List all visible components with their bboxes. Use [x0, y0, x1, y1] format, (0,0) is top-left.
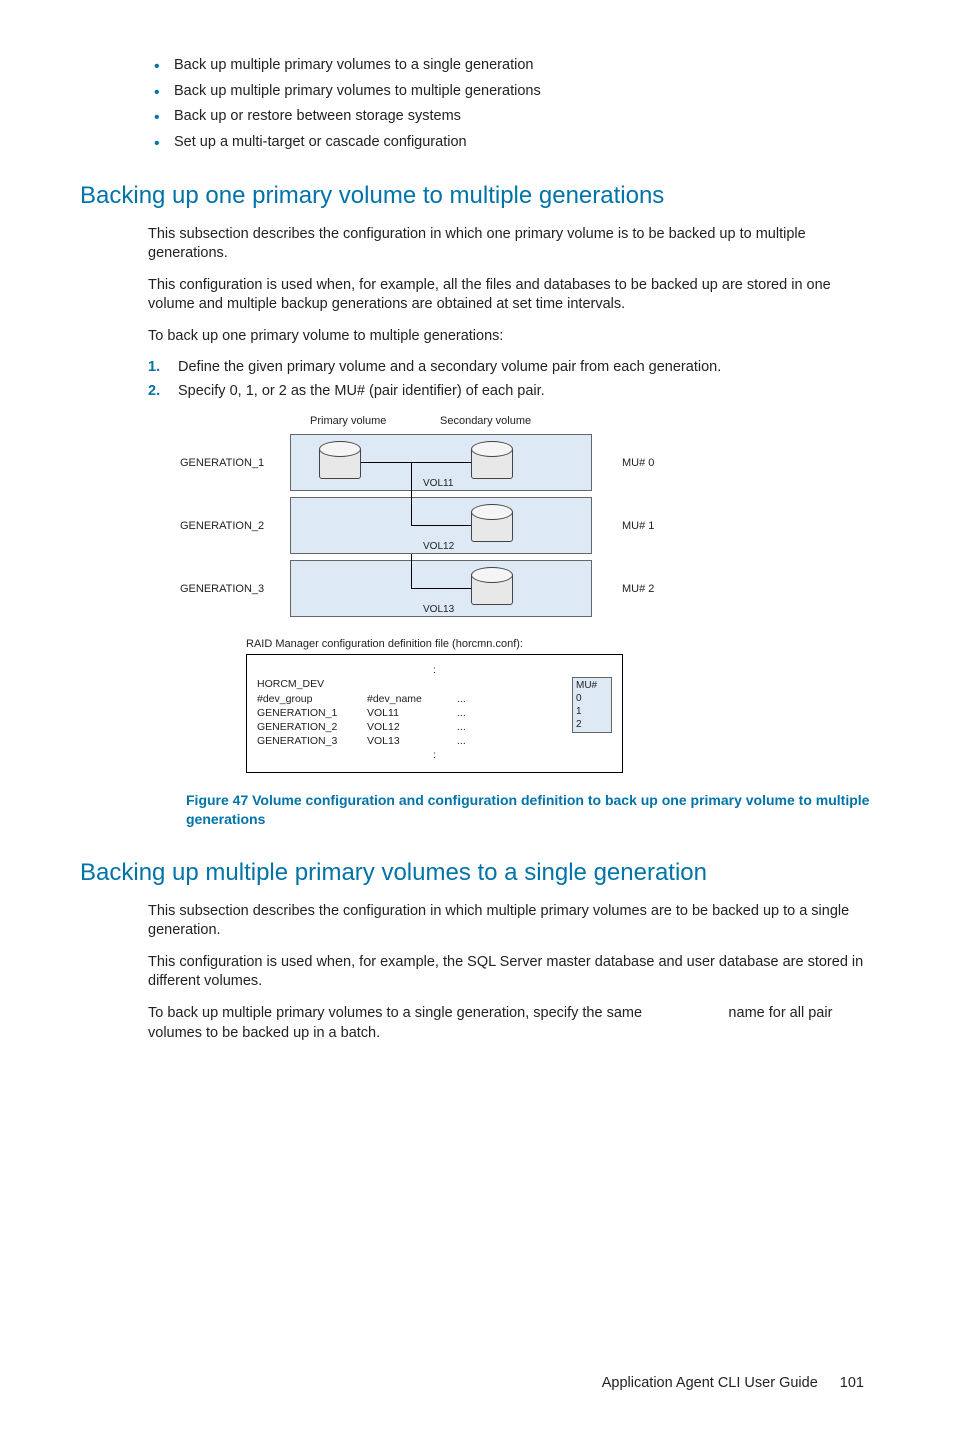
- bullet-item: Back up multiple primary volumes to a si…: [150, 56, 874, 76]
- section1-p1: This subsection describes the configurat…: [148, 225, 874, 264]
- section2-p1: This subsection describes the configurat…: [148, 902, 874, 941]
- gen1-box: VOL11: [290, 434, 592, 491]
- section2-p3a: To back up multiple primary volumes to a…: [148, 1005, 646, 1021]
- mu-col-2: 2: [576, 718, 608, 731]
- conf-r3-c1: GENERATION_3: [257, 734, 367, 748]
- conf-file-title: RAID Manager configuration definition fi…: [246, 637, 874, 652]
- conf-col-devgroup: #dev_group: [257, 692, 367, 706]
- figure-47-diagram: Primary volume Secondary volume GENERATI…: [180, 414, 874, 774]
- gen3-box: VOL13: [290, 560, 592, 617]
- section1-steps: Define the given primary volume and a se…: [148, 358, 874, 401]
- gen3-label: GENERATION_3: [180, 582, 290, 597]
- gen2-label: GENERATION_2: [180, 519, 290, 534]
- page-footer: Application Agent CLI User Guide 101: [80, 1374, 874, 1394]
- bullet-item: Back up multiple primary volumes to mult…: [150, 82, 874, 102]
- conf-r3-c3: ...: [457, 734, 497, 748]
- primary-vol-icon: [319, 447, 361, 479]
- conf-file-box: : HORCM_DEV #dev_group #dev_name ... GEN…: [246, 654, 623, 773]
- conf-r1-c2: VOL11: [367, 706, 457, 720]
- page-number: 101: [840, 1375, 864, 1391]
- step-1: Define the given primary volume and a se…: [148, 358, 874, 378]
- devgroup-code: dev_group: [646, 1005, 724, 1025]
- section1-title: Backing up one primary volume to multipl…: [80, 180, 874, 212]
- conf-r2-c2: VOL12: [367, 720, 457, 734]
- footer-title: Application Agent CLI User Guide: [602, 1375, 818, 1391]
- conf-r3-c2: VOL13: [367, 734, 457, 748]
- mu-col-0: 0: [576, 692, 608, 705]
- mu2-label: MU# 2: [622, 582, 680, 597]
- mu-col-header: MU#: [576, 679, 608, 692]
- section1-p3: To back up one primary volume to multipl…: [148, 327, 874, 347]
- section1-p2: This configuration is used when, for exa…: [148, 276, 874, 315]
- mu-column-box: MU# 0 1 2: [572, 677, 612, 733]
- intro-bullets: Back up multiple primary volumes to a si…: [150, 56, 874, 152]
- mu0-label: MU# 0: [622, 456, 680, 471]
- conf-r2-c3: ...: [457, 720, 497, 734]
- horcm-dev-label: HORCM_DEV: [257, 677, 612, 691]
- conf-r2-c1: GENERATION_2: [257, 720, 367, 734]
- conf-col-devname: #dev_name: [367, 692, 457, 706]
- secondary-vol-icon: [471, 573, 513, 605]
- conf-r1-c1: GENERATION_1: [257, 706, 367, 720]
- section2-title: Backing up multiple primary volumes to a…: [80, 857, 874, 889]
- mu-col-1: 1: [576, 705, 608, 718]
- bullet-item: Set up a multi-target or cascade configu…: [150, 133, 874, 153]
- figure-47-caption: Figure 47 Volume configuration and confi…: [186, 791, 874, 829]
- primary-volume-label: Primary volume: [310, 414, 440, 429]
- vol11-label: VOL11: [423, 477, 453, 491]
- vol13-label: VOL13: [423, 603, 454, 617]
- bullet-item: Back up or restore between storage syste…: [150, 107, 874, 127]
- mu1-label: MU# 1: [622, 519, 680, 534]
- gen2-box: VOL12: [290, 497, 592, 554]
- secondary-volume-label: Secondary volume: [440, 414, 570, 429]
- conf-r1-c3: ...: [457, 706, 497, 720]
- gen1-label: GENERATION_1: [180, 456, 290, 471]
- step-2: Specify 0, 1, or 2 as the MU# (pair iden…: [148, 382, 874, 402]
- conf-col-dots: ...: [457, 692, 497, 706]
- vol12-label: VOL12: [423, 540, 454, 554]
- secondary-vol-icon: [471, 510, 513, 542]
- section2-p2: This configuration is used when, for exa…: [148, 953, 874, 992]
- secondary-vol-icon: [471, 447, 513, 479]
- section2-p3: To back up multiple primary volumes to a…: [148, 1004, 874, 1044]
- step-2-text: Specify 0, 1, or 2 as the MU# (pair iden…: [178, 383, 545, 399]
